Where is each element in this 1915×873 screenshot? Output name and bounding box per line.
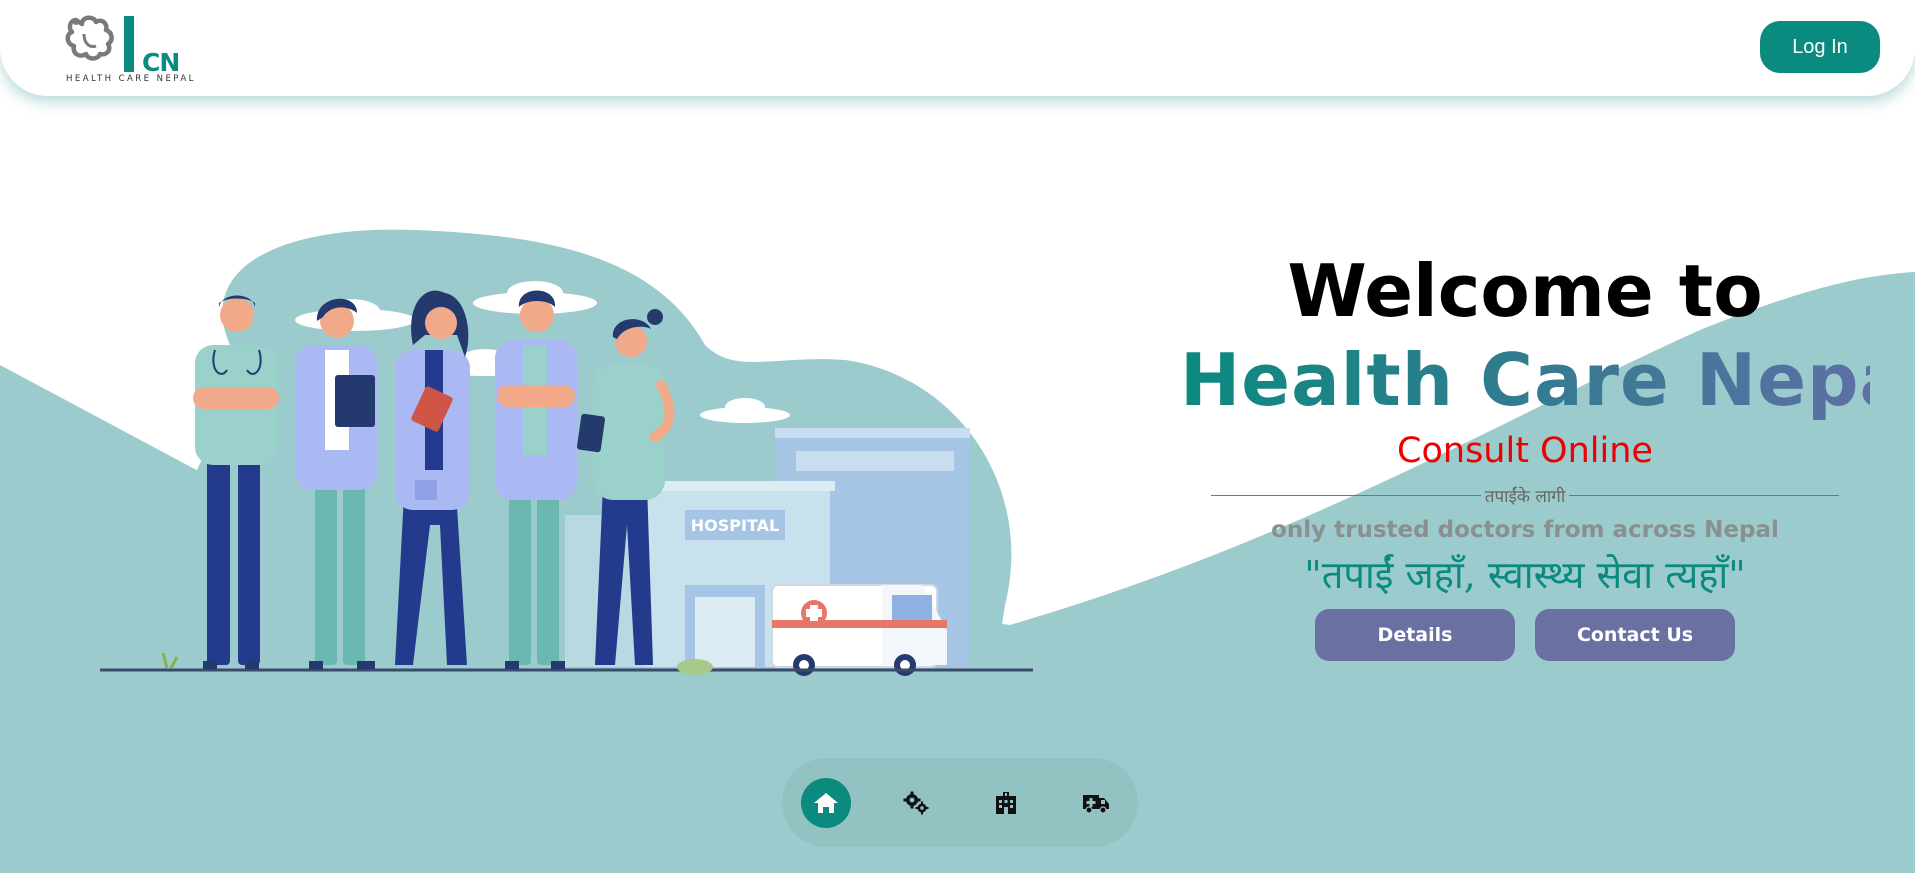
divider-text: तपाईंके लागी bbox=[1484, 486, 1566, 507]
nav-ambulance[interactable] bbox=[1071, 778, 1121, 828]
hero-brand-heading: Health Care Nepal bbox=[1180, 334, 1915, 426]
nav-hospitals[interactable] bbox=[981, 778, 1031, 828]
ambulance-icon bbox=[1083, 794, 1109, 814]
hero-trusted-text: only trusted doctors from across Nepal bbox=[1271, 517, 1779, 543]
stethoscope-logo-icon bbox=[65, 15, 134, 72]
hero-consult-online: Consult Online bbox=[1397, 431, 1653, 471]
hero-section: Welcome to Health Care Nepal Consult Onl… bbox=[1180, 248, 1915, 661]
nav-services[interactable] bbox=[891, 778, 941, 828]
hero-welcome-heading: Welcome to bbox=[1287, 249, 1763, 333]
divider-line-right bbox=[1569, 494, 1840, 496]
logo[interactable]: CN HEALTH CARE NEPAL bbox=[62, 10, 212, 86]
logo-tagline: HEALTH CARE NEPAL bbox=[66, 74, 196, 84]
hospital-sign: HOSPITAL bbox=[691, 516, 779, 535]
header-bar: CN HEALTH CARE NEPAL Log In bbox=[0, 0, 1915, 96]
building-icon bbox=[996, 791, 1016, 814]
details-button[interactable]: Details bbox=[1315, 609, 1515, 661]
home-icon bbox=[814, 792, 838, 813]
hero-divider: तपाईंके लागी bbox=[1180, 484, 1870, 507]
gears-icon bbox=[903, 791, 929, 814]
hero-nepali-quote: "तपाईं जहाँ, स्वास्थ्य सेवा त्यहाँ" bbox=[1304, 553, 1746, 597]
nav-home[interactable] bbox=[801, 777, 851, 828]
hero-illustration: HOSPITAL bbox=[100, 229, 1033, 676]
divider-line-left bbox=[1210, 494, 1481, 496]
login-button[interactable]: Log In bbox=[1760, 21, 1880, 73]
hero-buttons: Details Contact Us bbox=[1180, 609, 1870, 661]
bottom-navigation bbox=[782, 758, 1138, 847]
logo-abbreviation: CN bbox=[142, 48, 180, 77]
contact-us-button[interactable]: Contact Us bbox=[1535, 609, 1735, 661]
ambulance bbox=[771, 584, 947, 676]
